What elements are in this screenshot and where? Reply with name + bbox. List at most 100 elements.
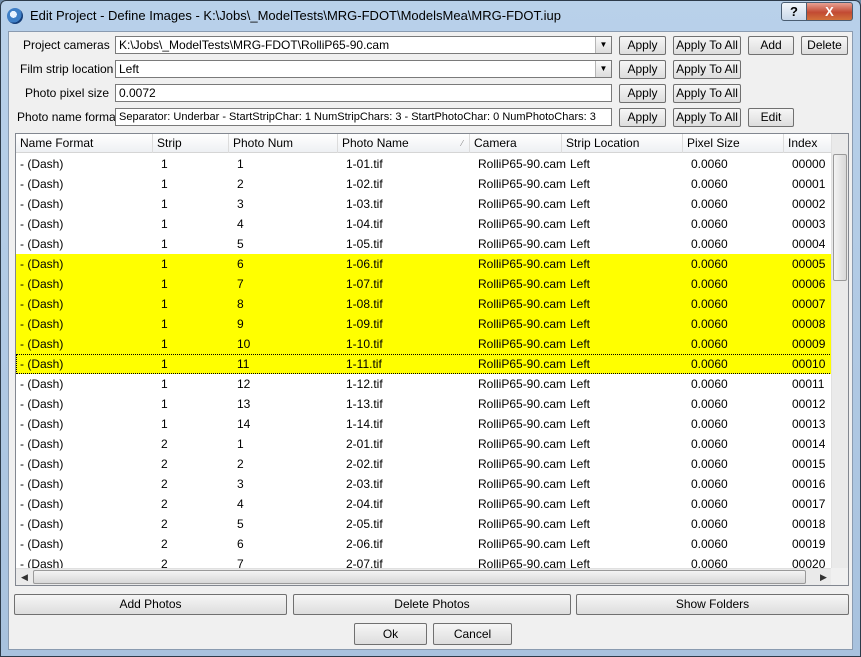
chevron-down-icon[interactable]: ▼ (595, 61, 611, 77)
cameras-delete-button[interactable]: Delete (801, 36, 848, 55)
table-row[interactable]: - (Dash) 1 1 1-01.tif RolliP65-90.cam Left 0.0… (16, 154, 832, 174)
index-cell: 00016 (792, 477, 826, 491)
photo-num-cell: 1 (237, 157, 244, 171)
dialog-window: Edit Project - Define Images - K:\Jobs\_… (0, 0, 861, 657)
column-header-strip[interactable]: Strip (153, 134, 229, 153)
chevron-down-icon[interactable]: ▼ (595, 37, 611, 53)
name-format-apply-button[interactable]: Apply (619, 108, 666, 127)
help-button[interactable]: ? (781, 2, 807, 21)
table-row[interactable]: - (Dash) 2 1 2-01.tif RolliP65-90.cam Left 0.0… (16, 434, 832, 454)
strip-location-cell: Left (570, 517, 591, 531)
horizontal-scrollbar[interactable]: ◀ ▶ (16, 568, 832, 585)
column-header-camera[interactable]: Camera (470, 134, 562, 153)
close-button[interactable]: X (806, 2, 853, 21)
name-format-apply-all-button[interactable]: Apply To All (673, 108, 741, 127)
name-format-cell: - (Dash) (20, 237, 64, 251)
camera-cell: RolliP65-90.cam (478, 457, 567, 471)
table-row[interactable]: - (Dash) 1 10 1-10.tif RolliP65-90.cam Left 0.… (16, 334, 832, 354)
strip-location-cell: Left (570, 217, 591, 231)
vertical-scroll-thumb[interactable] (833, 154, 847, 281)
pixel-size-apply-button[interactable]: Apply (619, 84, 666, 103)
table-row[interactable]: - (Dash) 1 6 1-06.tif RolliP65-90.cam Left 0.0… (16, 254, 832, 274)
column-header-strip-location[interactable]: Strip Location (562, 134, 683, 153)
strip-cell: 1 (161, 237, 168, 251)
strip-location-cell: Left (570, 277, 591, 291)
index-cell: 00015 (792, 457, 826, 471)
strip-cell: 2 (161, 477, 168, 491)
photo-num-cell: 3 (237, 197, 244, 211)
name-format-cell: - (Dash) (20, 337, 64, 351)
strip-cell: 2 (161, 517, 168, 531)
strip-location-cell: Left (570, 317, 591, 331)
column-header-pixel-size[interactable]: Pixel Size (683, 134, 784, 153)
cancel-button[interactable]: Cancel (433, 623, 512, 645)
photo-num-cell: 5 (237, 237, 244, 251)
camera-cell: RolliP65-90.cam (478, 317, 567, 331)
index-cell: 00019 (792, 537, 826, 551)
table-row[interactable]: - (Dash) 2 4 2-04.tif RolliP65-90.cam Left 0.0… (16, 494, 832, 514)
cameras-add-button[interactable]: Add (748, 36, 794, 55)
table-row[interactable]: - (Dash) 1 8 1-08.tif RolliP65-90.cam Left 0.0… (16, 294, 832, 314)
column-header-photo-name[interactable]: Photo Name ⁄ (338, 134, 470, 153)
cameras-apply-all-button[interactable]: Apply To All (673, 36, 741, 55)
name-format-input[interactable]: Separator: Underbar - StartStripChar: 1 … (115, 108, 612, 126)
table-row[interactable]: - (Dash) 2 3 2-03.tif RolliP65-90.cam Left 0.0… (16, 474, 832, 494)
scroll-right-arrow-icon[interactable]: ▶ (815, 569, 832, 585)
pixel-size-cell: 0.0060 (691, 277, 728, 291)
table-row[interactable]: - (Dash) 2 2 2-02.tif RolliP65-90.cam Left 0.0… (16, 454, 832, 474)
vertical-scrollbar[interactable] (831, 134, 848, 568)
table-row[interactable]: - (Dash) 1 12 1-12.tif RolliP65-90.cam Left 0.… (16, 374, 832, 394)
pixel-size-cell: 0.0060 (691, 257, 728, 271)
index-cell: 00001 (792, 177, 826, 191)
photo-name-cell: 1-01.tif (346, 157, 383, 171)
pixel-size-cell: 0.0060 (691, 237, 728, 251)
strip-location-cell: Left (570, 497, 591, 511)
pixel-size-apply-all-button[interactable]: Apply To All (673, 84, 741, 103)
name-format-cell: - (Dash) (20, 437, 64, 451)
cameras-apply-button[interactable]: Apply (619, 36, 666, 55)
strip-cell: 2 (161, 437, 168, 451)
strip-cell: 1 (161, 317, 168, 331)
camera-cell: RolliP65-90.cam (478, 357, 567, 371)
delete-photos-button[interactable]: Delete Photos (293, 594, 571, 615)
table-row[interactable]: - (Dash) 1 2 1-02.tif RolliP65-90.cam Left 0.0… (16, 174, 832, 194)
photo-num-cell: 13 (237, 397, 251, 411)
photo-name-cell: 1-03.tif (346, 197, 383, 211)
pixel-size-cell: 0.0060 (691, 317, 728, 331)
table-row[interactable]: - (Dash) 1 11 1-11.tif RolliP65-90.cam Left 0.… (16, 354, 832, 374)
column-header-name-format[interactable]: Name Format (16, 134, 153, 153)
name-format-edit-button[interactable]: Edit (748, 108, 794, 127)
scrollbar-corner (831, 568, 848, 585)
photo-num-cell: 11 (237, 357, 250, 371)
film-strip-apply-button[interactable]: Apply (619, 60, 666, 79)
index-cell: 00014 (792, 437, 826, 451)
photo-num-cell: 6 (237, 537, 244, 551)
dialog-client-area: Project cameras K:\Jobs\_ModelTests\MRG-… (8, 31, 853, 650)
column-header-photo-num[interactable]: Photo Num (229, 134, 338, 153)
show-folders-button[interactable]: Show Folders (576, 594, 849, 615)
table-row[interactable]: - (Dash) 1 9 1-09.tif RolliP65-90.cam Left 0.0… (16, 314, 832, 334)
table-row[interactable]: - (Dash) 1 4 1-04.tif RolliP65-90.cam Left 0.0… (16, 214, 832, 234)
camera-cell: RolliP65-90.cam (478, 177, 567, 191)
table-row[interactable]: - (Dash) 1 7 1-07.tif RolliP65-90.cam Left 0.0… (16, 274, 832, 294)
strip-location-cell: Left (570, 157, 591, 171)
add-photos-button[interactable]: Add Photos (14, 594, 287, 615)
photo-num-cell: 8 (237, 297, 244, 311)
film-strip-label: Film strip location (20, 62, 114, 76)
table-row[interactable]: - (Dash) 1 13 1-13.tif RolliP65-90.cam Left 0.… (16, 394, 832, 414)
horizontal-scroll-thumb[interactable] (33, 570, 806, 584)
table-row[interactable]: - (Dash) 1 3 1-03.tif RolliP65-90.cam Left 0.0… (16, 194, 832, 214)
ok-button[interactable]: Ok (354, 623, 427, 645)
table-row[interactable]: - (Dash) 2 5 2-05.tif RolliP65-90.cam Left 0.0… (16, 514, 832, 534)
table-row[interactable]: - (Dash) 1 5 1-05.tif RolliP65-90.cam Left 0.0… (16, 234, 832, 254)
film-strip-apply-all-button[interactable]: Apply To All (673, 60, 741, 79)
title-bar[interactable]: Edit Project - Define Images - K:\Jobs\_… (1, 1, 860, 31)
table-row[interactable]: - (Dash) 2 6 2-06.tif RolliP65-90.cam Left 0.0… (16, 534, 832, 554)
scroll-left-arrow-icon[interactable]: ◀ (16, 569, 33, 585)
film-strip-combo[interactable]: Left ▼ (115, 60, 612, 78)
photos-table[interactable]: Name Format Strip Photo Num Photo Name ⁄… (15, 133, 849, 586)
pixel-size-input[interactable]: 0.0072 (115, 84, 612, 102)
table-row[interactable]: - (Dash) 1 14 1-14.tif RolliP65-90.cam Left 0.… (16, 414, 832, 434)
photo-name-cell: 1-10.tif (346, 337, 383, 351)
project-cameras-combo[interactable]: K:\Jobs\_ModelTests\MRG-FDOT\RolliP65-90… (115, 36, 612, 54)
